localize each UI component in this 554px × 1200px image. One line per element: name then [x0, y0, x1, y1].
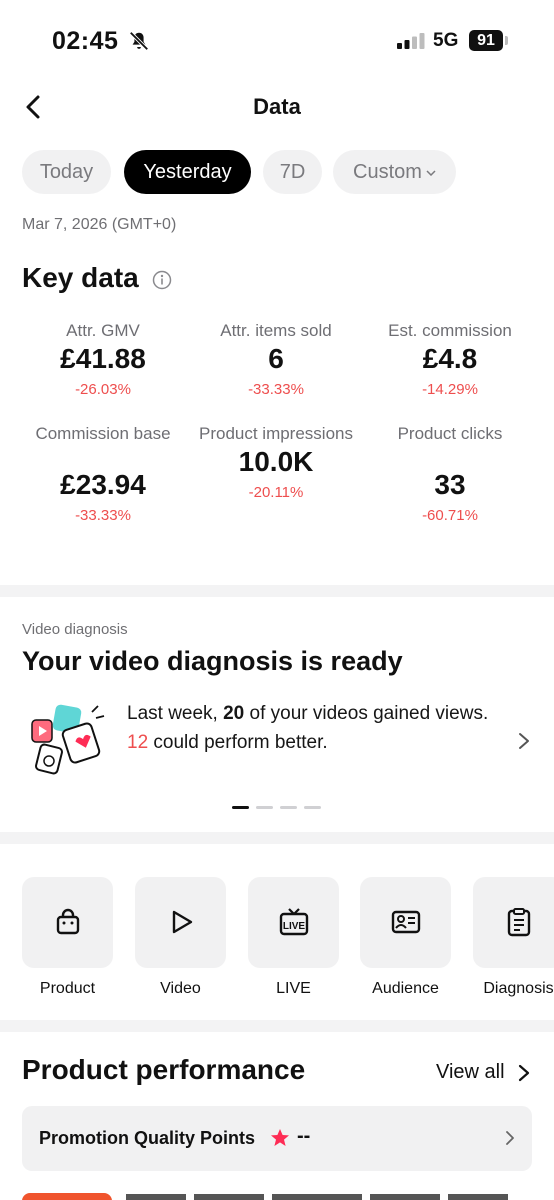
- tab-custom-label: Custom: [353, 161, 422, 183]
- video-diagnosis-message[interactable]: Last week, 20 of your videos gained view…: [127, 699, 497, 757]
- play-icon: [172, 910, 193, 934]
- metric-label: Product impressions: [198, 424, 353, 443]
- metric-value: £41.88: [60, 343, 146, 374]
- product-thumbnail[interactable]: [22, 1193, 112, 1200]
- metric-value: £4.8: [422, 343, 478, 374]
- shopping-bag-icon: [56, 908, 80, 935]
- metric-est-commission[interactable]: Est. commission £4.8 -14.29%: [365, 320, 535, 398]
- promotion-quality-points-value: --: [297, 1125, 311, 1147]
- tab-today[interactable]: Today: [22, 150, 111, 194]
- view-all-link[interactable]: View all: [436, 1061, 505, 1084]
- shortcut-video[interactable]: Video: [135, 877, 226, 998]
- metric-value: 10.0K: [238, 446, 314, 477]
- bell-off-icon: [129, 31, 149, 51]
- status-time: 02:45: [52, 27, 119, 55]
- svg-text:LIVE: LIVE: [283, 921, 306, 932]
- shortcut-product[interactable]: Product: [22, 877, 113, 998]
- shortcut-tile: [135, 877, 226, 968]
- metric-attr-items-sold[interactable]: Attr. items sold 6 -33.33%: [191, 320, 361, 398]
- star-icon: [271, 1129, 289, 1146]
- metric-product-impressions[interactable]: Product impressions 10.0K -20.11%: [191, 423, 361, 501]
- shortcut-label: Diagnosis: [483, 980, 554, 997]
- shortcut-tile: [473, 877, 554, 968]
- metric-attr-gmv[interactable]: Attr. GMV £41.88 -26.03%: [18, 320, 188, 398]
- cellular-signal-icon: [397, 33, 425, 49]
- pager-dot: [304, 806, 321, 809]
- tab-yesterday[interactable]: Yesterday: [124, 150, 251, 194]
- metric-value: 6: [268, 343, 284, 374]
- product-performance-title: Product performance: [22, 1054, 306, 1085]
- live-tv-icon: LIVE: [279, 908, 309, 936]
- battery-tip: [505, 36, 508, 45]
- chevron-right-icon[interactable]: [517, 731, 531, 751]
- message-text: could perform better.: [148, 732, 328, 753]
- chevron-right-icon[interactable]: [518, 1063, 530, 1083]
- id-card-icon: [391, 910, 421, 934]
- chevron-down-icon: [426, 170, 436, 176]
- pager-dot: [232, 806, 249, 809]
- date-range: Mar 7, 2026 (GMT+0): [22, 216, 177, 233]
- clipboard-icon: [507, 908, 531, 937]
- info-icon[interactable]: [152, 270, 172, 290]
- shortcut-label: Product: [39, 980, 96, 997]
- metric-commission-base[interactable]: Commission base £23.94 -33.33%: [18, 423, 188, 524]
- shortcut-live[interactable]: LIVE LIVE: [248, 877, 339, 998]
- shortcut-tile: LIVE: [248, 877, 339, 968]
- key-data-title: Key data: [22, 262, 139, 293]
- shortcut-audience[interactable]: Audience: [360, 877, 451, 998]
- pager-dot: [280, 806, 297, 809]
- metric-label: Commission base: [35, 424, 171, 443]
- shortcut-label: LIVE: [276, 980, 311, 997]
- promotion-quality-points-label: Promotion Quality Points: [39, 1128, 256, 1148]
- video-diagnosis-illustration-icon: [31, 704, 105, 775]
- promotion-quality-points-row[interactable]: Promotion Quality Points --: [22, 1106, 532, 1171]
- pager-dot: [256, 806, 273, 809]
- status-bar: 02:45 5G 91: [0, 0, 554, 84]
- metric-value: 33: [434, 469, 466, 500]
- video-diagnosis-title: Your video diagnosis is ready: [22, 646, 403, 676]
- battery-icon: 91: [469, 30, 503, 51]
- tab-custom[interactable]: Custom: [333, 150, 456, 194]
- metric-change: -33.33%: [75, 507, 131, 524]
- video-diagnosis-eyebrow: Video diagnosis: [22, 621, 128, 638]
- section-divider: [0, 1020, 554, 1032]
- shortcut-diagnosis[interactable]: Diagnosis: [473, 877, 554, 998]
- message-text: of your videos gained views.: [244, 703, 489, 724]
- chevron-right-icon: [506, 1131, 514, 1145]
- metric-product-clicks[interactable]: Product clicks 33 -60.71%: [365, 423, 535, 524]
- shortcut-label: Video: [160, 980, 201, 997]
- videos-gained-count: 20: [223, 703, 245, 724]
- shortcut-tile: [360, 877, 451, 968]
- metric-change: -26.03%: [75, 381, 131, 398]
- message-text: Last week,: [127, 703, 224, 724]
- section-divider: [0, 585, 554, 597]
- metric-label: Product clicks: [397, 424, 503, 443]
- metric-label: Attr. items sold: [220, 321, 332, 340]
- metric-change: -60.71%: [422, 507, 478, 524]
- metric-label: Attr. GMV: [66, 321, 140, 340]
- network-type: 5G: [433, 30, 459, 51]
- metric-change: -20.11%: [248, 484, 304, 501]
- metric-change: -14.29%: [422, 381, 478, 398]
- shortcut-tile: [22, 877, 113, 968]
- section-divider: [0, 832, 554, 844]
- shortcut-label: Audience: [372, 980, 439, 997]
- page-title: Data: [253, 94, 301, 119]
- videos-better-count: 12: [127, 732, 149, 753]
- metric-value: £23.94: [60, 469, 146, 500]
- tab-7d[interactable]: 7D: [263, 150, 322, 194]
- metric-change: -33.33%: [248, 381, 304, 398]
- metric-label: Est. commission: [388, 321, 512, 340]
- product-title-peek: [126, 1194, 508, 1200]
